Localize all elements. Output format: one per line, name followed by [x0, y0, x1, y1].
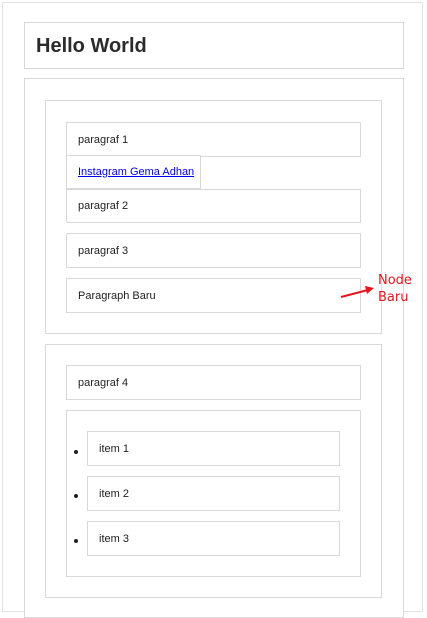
paragraph-2: paragraf 2	[66, 189, 361, 223]
page-title: Hello World	[36, 35, 147, 57]
annotation-line-1: Node	[378, 273, 412, 288]
paragraph-2-text: paragraf 2	[78, 200, 129, 212]
bullet-icon	[74, 450, 78, 454]
paragraph-3-text: paragraf 3	[78, 244, 129, 257]
new-paragraph: Paragraph Baru	[66, 278, 361, 313]
list-item-text: item 3	[99, 532, 129, 545]
link-box: Instagram Gema Adhan	[66, 155, 201, 189]
list-item-text: item 2	[99, 487, 129, 500]
list-item: item 1	[87, 431, 340, 466]
paragraph-1-text: paragraf 1	[78, 133, 129, 146]
paragraph-3: paragraf 3	[66, 233, 361, 268]
list-item: item 2	[87, 476, 340, 511]
header-box: Hello World	[24, 22, 404, 69]
paragraph-4-text: paragraf 4	[78, 376, 129, 389]
paragraph-4: paragraf 4	[66, 365, 361, 400]
bullet-icon	[74, 494, 78, 498]
bullet-icon	[74, 539, 78, 543]
new-paragraph-text: Paragraph Baru	[78, 289, 156, 302]
list-item: item 3	[87, 521, 340, 556]
annotation-line-2: Baru	[378, 290, 409, 305]
instagram-link[interactable]: Instagram Gema Adhan	[78, 166, 194, 178]
list-item-text: item 1	[99, 442, 129, 455]
node-baru-annotation: Node Baru	[378, 272, 412, 306]
paragraph-1: paragraf 1	[66, 122, 361, 157]
annotation-arrow-icon	[340, 286, 374, 298]
